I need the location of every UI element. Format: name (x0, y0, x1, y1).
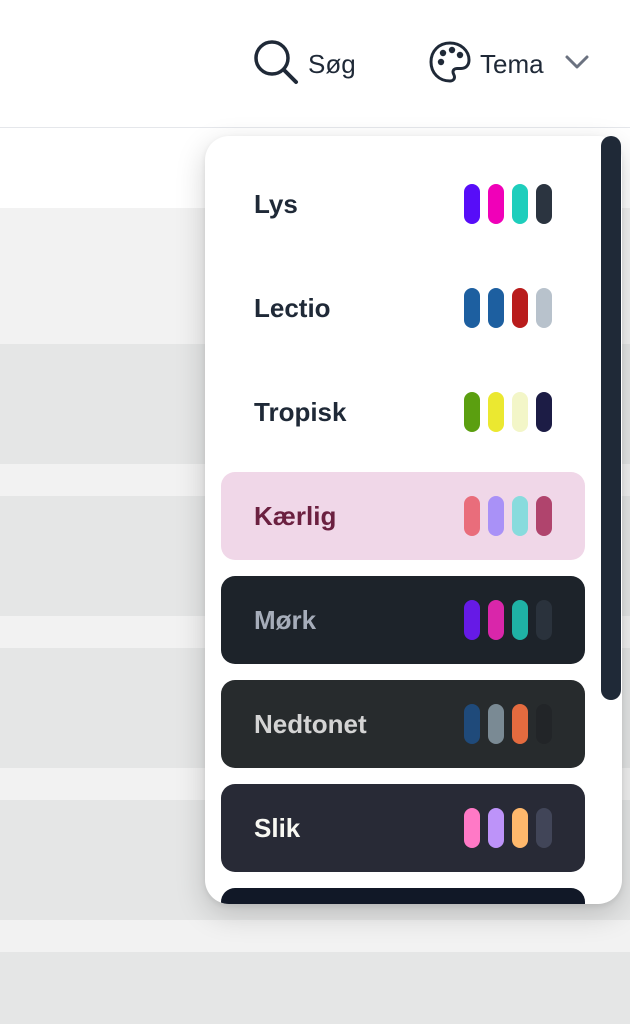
color-swatch (464, 704, 480, 744)
color-swatch (464, 288, 480, 328)
theme-option-label: Lectio (254, 293, 331, 323)
theme-option-label: Tropisk (254, 397, 347, 427)
color-swatch (488, 288, 504, 328)
color-swatch (512, 288, 528, 328)
color-swatch (464, 392, 480, 432)
theme-color-swatches (464, 600, 552, 640)
theme-option-label: Nedtonet (254, 709, 367, 739)
dropdown-scrollbar[interactable] (601, 136, 621, 700)
color-swatch (488, 496, 504, 536)
theme-option-nedtonet[interactable]: Nedtonet (221, 680, 585, 768)
search-icon (252, 38, 300, 91)
color-swatch (536, 184, 552, 224)
color-swatch (488, 184, 504, 224)
color-swatch (512, 392, 528, 432)
content-row (0, 952, 630, 1024)
theme-dropdown: Lys Lectio Tropisk Kærlig Mørk Nedtonet Slik (205, 136, 622, 904)
color-swatch (512, 704, 528, 744)
content-row (0, 920, 630, 952)
theme-color-swatches (464, 704, 552, 744)
color-swatch (536, 288, 552, 328)
theme-option-lectio[interactable]: Lectio (221, 264, 585, 352)
theme-option-tropisk[interactable]: Tropisk (221, 368, 585, 456)
theme-option-slik[interactable]: Slik (221, 784, 585, 872)
color-swatch (536, 600, 552, 640)
color-swatch (536, 496, 552, 536)
top-bar: Søg Tema (0, 0, 630, 128)
palette-icon (428, 40, 472, 89)
theme-option-label: Lys (254, 189, 298, 219)
theme-option-label: Mørk (254, 605, 317, 635)
color-swatch (536, 392, 552, 432)
color-swatch (464, 600, 480, 640)
theme-color-swatches (464, 808, 552, 848)
color-swatch (464, 184, 480, 224)
color-swatch (512, 808, 528, 848)
color-swatch (488, 600, 504, 640)
color-swatch (512, 496, 528, 536)
color-swatch (536, 704, 552, 744)
color-swatch (464, 496, 480, 536)
color-swatch (488, 392, 504, 432)
color-swatch (536, 808, 552, 848)
color-swatch (488, 808, 504, 848)
theme-option-kærlig[interactable]: Kærlig (221, 472, 585, 560)
search-button[interactable]: Søg (252, 38, 356, 91)
theme-color-swatches (464, 288, 552, 328)
theme-color-swatches (464, 392, 552, 432)
chevron-down-icon (564, 49, 590, 80)
search-label: Søg (308, 48, 356, 79)
theme-option-mørk[interactable]: Mørk (221, 576, 585, 664)
theme-option-partial[interactable] (221, 888, 585, 904)
color-swatch (512, 600, 528, 640)
theme-label: Tema (480, 48, 544, 79)
theme-option-label: Kærlig (254, 501, 337, 531)
theme-color-swatches (464, 496, 552, 536)
theme-option-label: Slik (254, 813, 301, 843)
color-swatch (488, 704, 504, 744)
theme-option-lys[interactable]: Lys (221, 160, 585, 248)
color-swatch (464, 808, 480, 848)
theme-color-swatches (464, 184, 552, 224)
theme-selector-button[interactable]: Tema (428, 40, 590, 88)
color-swatch (512, 184, 528, 224)
